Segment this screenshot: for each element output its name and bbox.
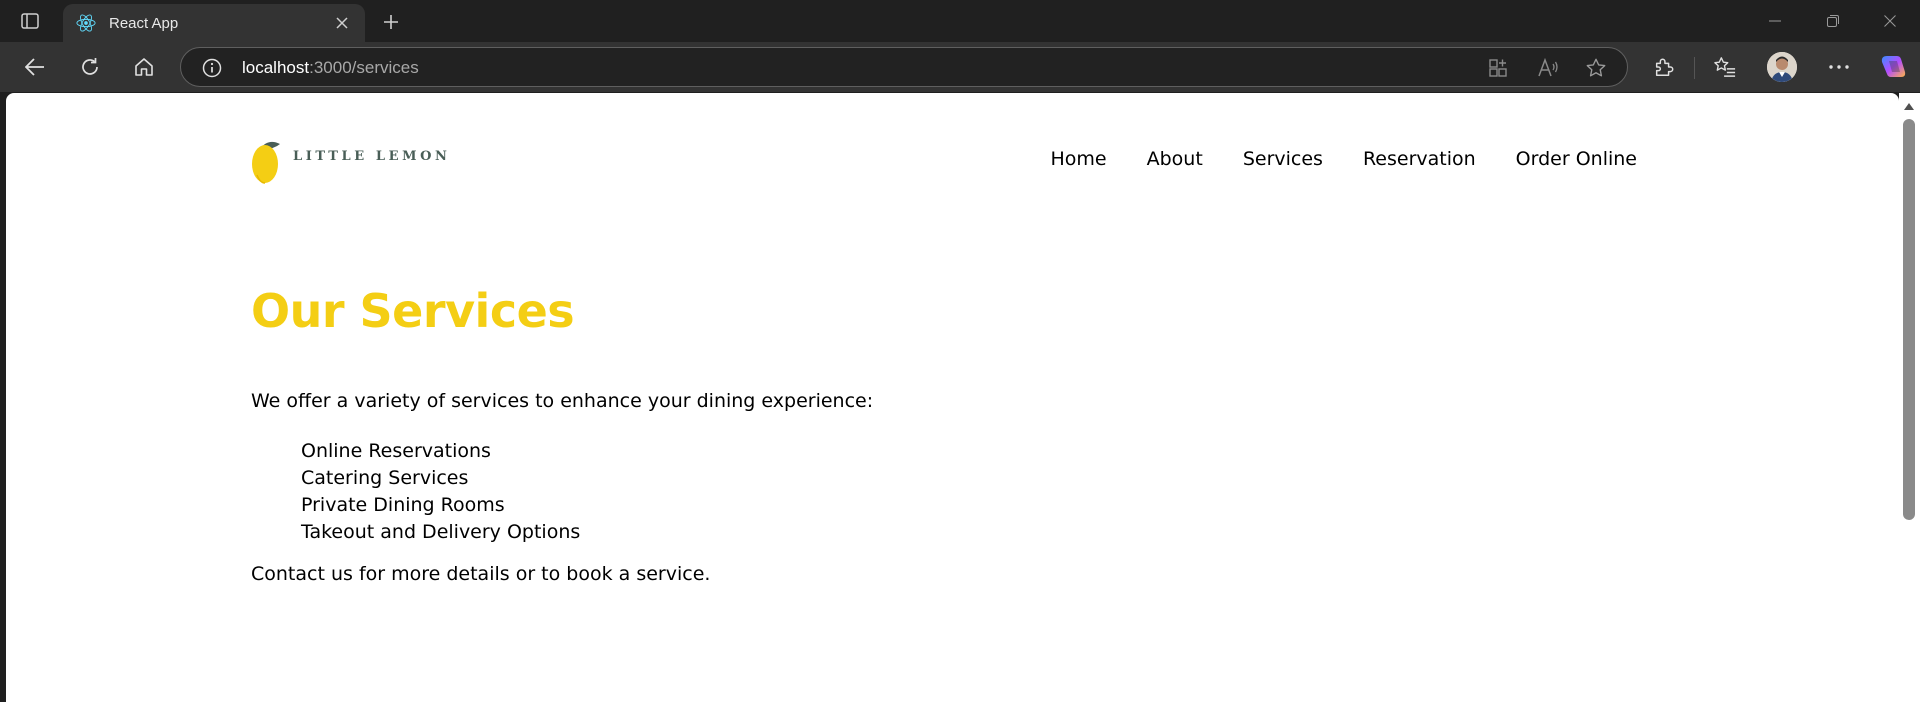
scroll-up-icon[interactable] [1904,103,1914,110]
window-close-icon[interactable] [1870,8,1910,34]
more-icon[interactable] [1823,51,1855,83]
logo[interactable]: LITTLE LEMON [251,131,451,185]
tab-actions-icon[interactable] [18,10,42,32]
list-item: Takeout and Delivery Options [301,521,581,543]
close-icon[interactable] [331,12,353,34]
reload-icon[interactable] [74,51,106,83]
nav-order-online[interactable]: Order Online [1516,148,1637,170]
intro-text: We offer a variety of services to enhanc… [251,390,874,412]
tab-title: React App [109,14,179,32]
browser-toolbar: localhost:3000/services [0,42,1920,92]
toolbar-divider [1694,57,1695,79]
lemon-icon [252,141,280,184]
scroll-thumb[interactable] [1903,119,1915,520]
minimize-icon[interactable] [1755,8,1795,34]
url-text[interactable]: localhost:3000/services [242,57,419,79]
address-bar[interactable]: localhost:3000/services [180,47,1628,87]
nav-about[interactable]: About [1147,148,1203,170]
site-header: LITTLE LEMON Home About Services Reserva… [251,131,1637,191]
copilot-icon[interactable] [1877,51,1909,83]
restore-icon[interactable] [1813,8,1853,34]
home-icon[interactable] [128,51,160,83]
info-icon[interactable] [201,57,223,79]
page-title: Our Services [251,284,575,338]
url-host: localhost [242,58,310,77]
read-aloud-icon[interactable] [1535,56,1561,80]
list-item: Private Dining Rooms [301,494,505,516]
app-grid-icon[interactable] [1485,56,1511,80]
logo-text: LITTLE LEMON [293,148,451,164]
favorites-list-icon[interactable] [1709,51,1741,83]
services-list: Online Reservations Catering Services Pr… [301,438,580,546]
nav-services[interactable]: Services [1243,148,1323,170]
main-nav: Home About Services Reservation Order On… [1051,148,1637,170]
scrollbar[interactable] [1899,93,1920,702]
list-item: Catering Services [301,467,469,489]
puzzle-icon[interactable] [1648,51,1680,83]
plus-icon[interactable] [378,9,404,35]
nav-home[interactable]: Home [1051,148,1107,170]
avatar[interactable] [1767,52,1797,82]
url-path: :3000/services [309,58,419,77]
back-arrow-icon[interactable] [19,51,51,83]
list-item: Online Reservations [301,440,491,462]
tab-strip: React App [0,0,1920,42]
contact-text: Contact us for more details or to book a… [251,563,711,585]
tab-active[interactable]: React App [63,4,365,42]
react-icon [75,12,97,34]
star-icon[interactable] [1583,56,1609,80]
nav-reservation[interactable]: Reservation [1363,148,1476,170]
page-viewport: LITTLE LEMON Home About Services Reserva… [6,93,1899,702]
